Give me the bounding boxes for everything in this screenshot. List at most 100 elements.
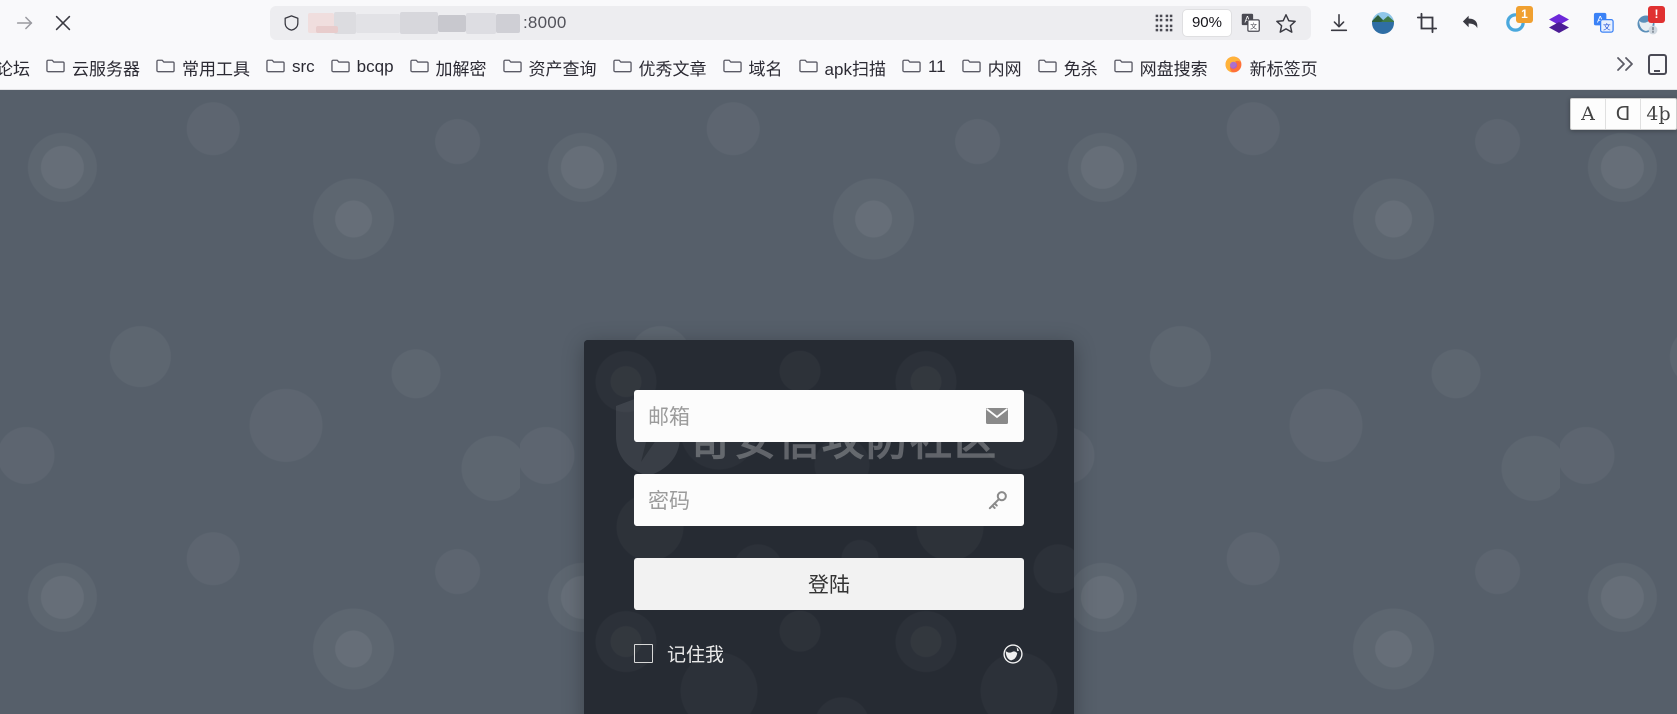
folder-icon (961, 57, 981, 78)
bookmark-label: 资产查询 (528, 59, 597, 79)
arrow-right-icon (16, 16, 33, 29)
bookmark-label: 域名 (748, 59, 783, 79)
folder-icon (722, 57, 742, 78)
bookmark-item[interactable]: 论坛 (0, 50, 38, 85)
bookmark-label: 常用工具 (182, 59, 250, 79)
url-bar-actions: 90% A 文 (1147, 8, 1303, 38)
envelope-icon (984, 407, 1010, 425)
qr-code-button[interactable] (1147, 8, 1181, 38)
bookmark-item[interactable]: 内网 (954, 50, 1030, 85)
language-globe-button[interactable] (1002, 643, 1024, 665)
chevron-double-right-icon[interactable] (1613, 54, 1637, 80)
remember-me-checkbox[interactable]: 记住我 (634, 640, 724, 667)
downloads-button[interactable] (1319, 5, 1359, 41)
password-field[interactable]: 密码 (634, 474, 1024, 526)
bookmark-item[interactable]: 常用工具 (148, 50, 258, 85)
checkbox-box[interactable] (634, 644, 653, 663)
undo-extension-button[interactable] (1451, 5, 1491, 41)
folder-icon (1037, 57, 1057, 78)
bookmarks-bar: 论坛 云服务器 常用工具 src bcqp 加解密 资产查询 优秀文章 (0, 45, 1677, 90)
bookmark-item[interactable]: 域名 (715, 50, 791, 85)
photo-extension-button[interactable] (1363, 5, 1403, 41)
shield-icon[interactable] (278, 13, 304, 33)
folder-icon (266, 57, 285, 78)
translate-extension-button[interactable]: A 文 (1583, 5, 1623, 41)
bookmark-label: 内网 (987, 59, 1022, 79)
email-field[interactable]: 邮箱 (634, 390, 1024, 442)
script-style-button[interactable]: ᗡ (1606, 99, 1641, 129)
stop-button[interactable] (44, 6, 82, 40)
bookmark-item[interactable]: 免杀 (1030, 50, 1106, 85)
folder-icon (46, 57, 65, 78)
photo-icon (1372, 11, 1394, 34)
folder-icon (502, 57, 522, 78)
globe-alert-extension-button[interactable]: ! (1627, 5, 1667, 41)
bookmark-item[interactable]: apk扫描 (791, 50, 894, 85)
login-card: 奇安信攻防社区 邮箱 密码 (584, 340, 1074, 714)
page-viewport: 奇安信攻防社区 邮箱 密码 (0, 90, 1677, 714)
close-x-icon (55, 15, 71, 30)
key-icon (984, 489, 1010, 512)
bookmark-item[interactable]: bcqp (323, 52, 402, 83)
bookmark-label: bcqp (356, 57, 394, 76)
star-icon (1276, 13, 1296, 33)
folder-icon (902, 57, 921, 78)
purple-layers-icon (1549, 13, 1569, 33)
login-button[interactable]: 登陆 (634, 558, 1024, 610)
forward-button[interactable] (6, 6, 44, 40)
folder-icon (1113, 57, 1133, 78)
login-options-row: 记住我 (584, 610, 1074, 667)
bookmark-label: 网盘搜索 (1139, 59, 1208, 79)
bookmark-item[interactable]: 优秀文章 (605, 50, 715, 85)
bookmark-item-new-tab[interactable]: 新标签页 (1216, 50, 1326, 85)
folder-icon (612, 57, 632, 78)
bookmarks-overflow (1613, 53, 1673, 81)
floating-style-toolbar: A ᗡ 4þ (1570, 98, 1677, 130)
extensions-toolbar: 1 A 文 ! (1319, 5, 1671, 41)
folder-icon (330, 57, 350, 78)
email-placeholder: 邮箱 (648, 405, 690, 429)
login-form: 邮箱 密码 登陆 (584, 340, 1074, 610)
translate-icon: A 文 (1241, 13, 1260, 32)
translate-page-button[interactable]: A 文 (1233, 8, 1267, 38)
url-port-text: :8000 (523, 12, 567, 32)
sync-badge-count: 1 (1516, 5, 1533, 23)
password-placeholder: 密码 (648, 489, 690, 513)
zoom-level-text: 90% (1191, 14, 1222, 31)
bookmark-label: apk扫描 (824, 59, 886, 79)
globe-alert-badge: ! (1648, 5, 1665, 23)
browser-chrome: :8000 90% A 文 1 A 文 ! 坛 云服务器 常用工具 src bc… (0, 0, 1677, 90)
bookmark-item[interactable]: 云服务器 (38, 50, 148, 85)
firefox-icon (1224, 55, 1243, 79)
undo-arrow-icon (1462, 15, 1477, 29)
qr-code-icon (1155, 14, 1173, 31)
zoom-level-button[interactable]: 90% (1182, 9, 1231, 36)
bookmark-star-button[interactable] (1269, 8, 1303, 38)
bookmark-item[interactable]: 资产查询 (495, 50, 605, 85)
translate-extension-icon: A 文 (1593, 12, 1614, 33)
folder-icon (409, 57, 429, 78)
sync-extension-button[interactable]: 1 (1495, 5, 1535, 41)
bookmark-label: 11 (927, 57, 946, 76)
bookmark-label: 加解密 (435, 59, 487, 79)
bookmark-label: src (292, 57, 315, 76)
svg-text:文: 文 (1250, 22, 1257, 31)
url-bar-container: :8000 90% A 文 (82, 5, 1319, 40)
navigation-toolbar: :8000 90% A 文 1 A 文 ! (0, 0, 1677, 45)
bookmark-item[interactable]: 11 (894, 52, 954, 83)
font-style-button[interactable]: A (1571, 99, 1606, 129)
folder-icon (798, 57, 818, 78)
folder-icon (156, 57, 175, 78)
bookmark-item[interactable]: src (258, 52, 323, 83)
bookmark-item[interactable]: 网盘搜索 (1106, 50, 1216, 85)
remember-me-label: 记住我 (667, 644, 725, 666)
crop-extension-button[interactable] (1407, 5, 1447, 41)
address-bar[interactable]: :8000 90% A 文 (270, 5, 1311, 40)
bookmark-label: 云服务器 (72, 59, 140, 79)
bookmark-label: 论坛 (0, 59, 30, 79)
device-screen-icon[interactable] (1647, 53, 1667, 81)
layers-extension-button[interactable] (1539, 5, 1579, 41)
bookmark-item[interactable]: 加解密 (402, 50, 495, 85)
translate-style-button[interactable]: 4þ (1641, 99, 1676, 129)
redacted-url-text (308, 11, 523, 34)
